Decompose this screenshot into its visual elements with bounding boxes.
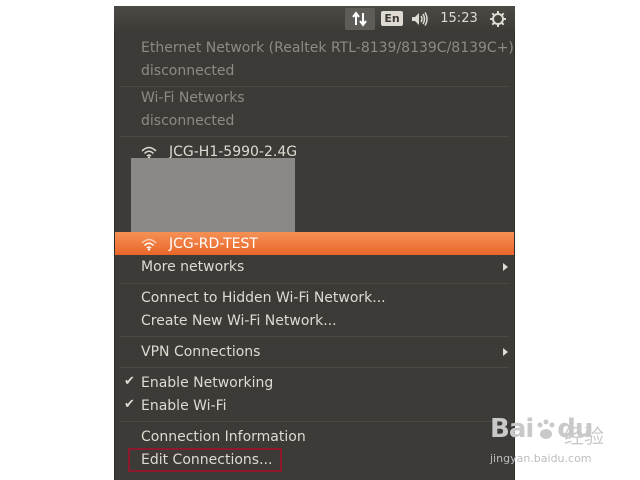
language-label: En [381, 11, 403, 26]
keyboard-layout-indicator[interactable]: En [381, 8, 403, 30]
wifi-signal-icon [141, 146, 157, 159]
separator [120, 367, 509, 368]
separator [120, 336, 509, 337]
enable-wifi-item[interactable]: ✔ Enable Wi-Fi [115, 394, 514, 417]
network-menu: Ethernet Network (Realtek RTL-8139/8139C… [114, 31, 515, 480]
watermark-url: jingyan.baidu.com [490, 452, 592, 465]
create-new-item[interactable]: Create New Wi-Fi Network... [115, 309, 514, 332]
sound-indicator[interactable] [407, 8, 433, 30]
wifi-status: disconnected [141, 112, 235, 129]
wifi-network-active[interactable]: JCG-RD-TEST [115, 232, 514, 255]
speaker-icon [412, 11, 428, 26]
separator [120, 136, 509, 137]
redacted-area [131, 158, 295, 232]
enable-networking-label: Enable Networking [141, 374, 274, 391]
wifi-signal-icon [141, 238, 157, 251]
annotation-box [128, 448, 282, 472]
more-networks-item[interactable]: More networks [115, 255, 514, 278]
separator [120, 283, 509, 284]
screen: En 15:23 Ethernet Network (Realtek RTL-8… [0, 0, 640, 480]
vpn-label: VPN Connections [141, 343, 261, 360]
separator [120, 421, 509, 422]
connect-hidden-item[interactable]: Connect to Hidden Wi-Fi Network... [115, 286, 514, 309]
enable-networking-item[interactable]: ✔ Enable Networking [115, 371, 514, 394]
network-indicator[interactable] [345, 7, 375, 30]
watermark-cn: 经验 [564, 424, 604, 448]
ethernet-status: disconnected [141, 62, 235, 79]
submenu-arrow-icon [503, 348, 508, 356]
checkmark-icon: ✔ [124, 374, 135, 389]
top-panel: En 15:23 [114, 6, 515, 31]
clock[interactable]: 15:23 [437, 8, 481, 30]
checkmark-icon: ✔ [124, 397, 135, 412]
session-indicator[interactable] [485, 8, 511, 30]
baidu-watermark: Bai du 经验 jingyan.baidu.com [488, 414, 638, 474]
network-arrows-icon [352, 10, 367, 27]
submenu-arrow-icon [503, 263, 508, 271]
wifi-title: Wi-Fi Networks [141, 89, 245, 106]
ethernet-title: Ethernet Network (Realtek RTL-8139/8139C… [141, 39, 514, 56]
gear-power-icon [490, 10, 506, 27]
connection-information-item[interactable]: Connection Information [115, 425, 514, 448]
vpn-connections-item[interactable]: VPN Connections [115, 340, 514, 363]
more-networks-label: More networks [141, 258, 245, 275]
enable-wifi-label: Enable Wi-Fi [141, 397, 227, 414]
wifi-network-label: JCG-RD-TEST [169, 235, 258, 252]
